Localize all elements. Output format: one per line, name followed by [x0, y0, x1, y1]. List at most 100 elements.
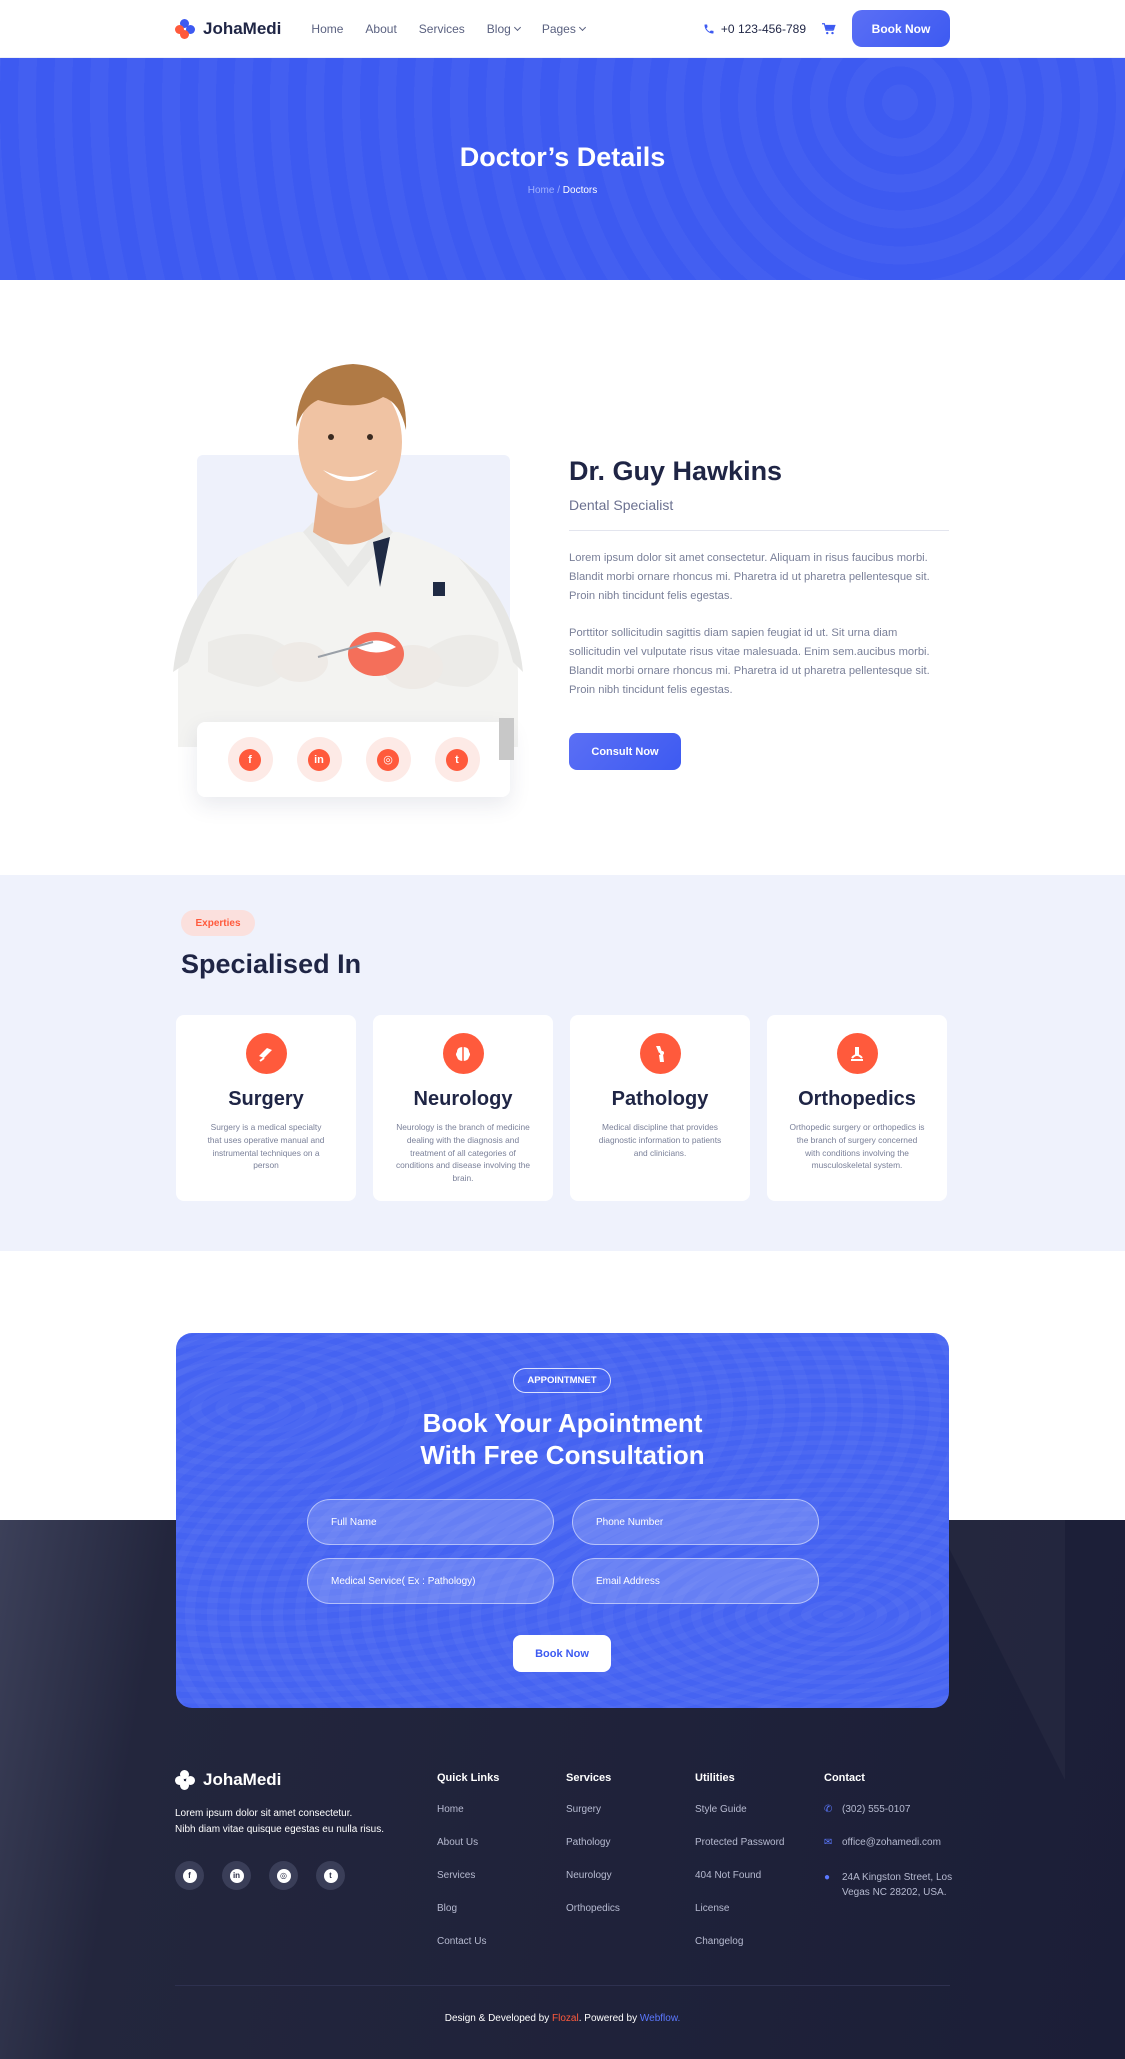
divider — [569, 530, 949, 531]
footer-link[interactable]: Home — [437, 1804, 499, 1837]
brand-logo[interactable]: JohaMedi — [175, 18, 282, 39]
microscope-icon — [836, 1033, 878, 1074]
footer-social: f in ◎ t — [175, 1861, 405, 1890]
card-title: Pathology — [611, 1088, 709, 1110]
instagram-icon: ◎ — [377, 748, 399, 771]
logo-icon — [175, 18, 195, 39]
linkedin-link[interactable]: in — [296, 737, 342, 782]
speciality-cards: Surgery Surgery is a medical specialty t… — [176, 1015, 947, 1201]
nav-blog-label: Blog — [486, 21, 511, 36]
footer-link[interactable]: License — [695, 1903, 785, 1936]
footer-twitter-link[interactable]: t — [316, 1861, 345, 1890]
contact-phone-text: (302) 555-0107 — [842, 1804, 911, 1815]
instagram-icon: ◎ — [276, 1868, 291, 1883]
nav-home[interactable]: Home — [311, 22, 343, 36]
cart-icon[interactable] — [822, 22, 836, 35]
twitter-icon: t — [446, 748, 468, 771]
twitter-link[interactable]: t — [434, 737, 480, 782]
instagram-link[interactable]: ◎ — [365, 737, 411, 782]
contact-phone[interactable]: ✆ (302) 555-0107 — [824, 1804, 952, 1837]
surgery-icon — [245, 1033, 287, 1074]
contact-address-text: 24A Kingston Street, Los Vegas NC 28202, … — [842, 1870, 952, 1900]
footer-link[interactable]: Style Guide — [695, 1804, 785, 1837]
top-nav: JohaMedi Home About Services Blog Pages … — [0, 0, 1125, 58]
footer-link[interactable]: Pathology — [566, 1837, 620, 1870]
footer-logo[interactable]: JohaMedi — [175, 1770, 375, 1790]
card-title: Neurology — [413, 1088, 513, 1110]
nav-services[interactable]: Services — [419, 22, 465, 36]
nav-blog[interactable]: Blog — [486, 21, 521, 36]
speciality-card-surgery[interactable]: Surgery Surgery is a medical specialty t… — [176, 1015, 356, 1201]
doctor-name: Dr. Guy Hawkins — [569, 456, 783, 486]
card-text: Medical discipline that provides diagnos… — [598, 1122, 722, 1158]
footer-link[interactable]: Services — [437, 1870, 499, 1903]
appointment-title-line2: With Free Consultation — [420, 1440, 705, 1470]
footer-link[interactable]: Neurology — [566, 1870, 620, 1903]
footer-link[interactable]: Contact Us — [437, 1936, 499, 1969]
facebook-link[interactable]: f — [227, 737, 273, 782]
full-name-input[interactable]: Full Name — [307, 1499, 554, 1545]
consult-now-button[interactable]: Consult Now — [569, 733, 681, 770]
contact-email[interactable]: ✉ office@zohamedi.com — [824, 1837, 952, 1870]
footer-link[interactable]: Surgery — [566, 1804, 620, 1837]
card-text: Neurology is the branch of medicine deal… — [395, 1122, 531, 1184]
phone-number-input[interactable]: Phone Number — [572, 1499, 819, 1545]
phone-icon — [704, 24, 714, 33]
footer-link[interactable]: 404 Not Found — [695, 1870, 785, 1903]
doctor-info: Dr. Guy Hawkins Dental Specialist Lorem … — [569, 456, 949, 770]
footer-link[interactable]: About Us — [437, 1837, 499, 1870]
nav-pages[interactable]: Pages — [541, 21, 586, 36]
breadcrumb-current: Doctors — [562, 185, 598, 196]
footer-linkedin-link[interactable]: in — [222, 1861, 251, 1890]
platform-link[interactable]: Webflow. — [640, 2013, 680, 2024]
card-title: Surgery — [228, 1088, 304, 1110]
email-address-input[interactable]: Email Address — [572, 1558, 819, 1604]
scroll-handle[interactable] — [499, 718, 514, 760]
contact-address-line2: Vegas NC 28202, USA. — [842, 1887, 947, 1898]
footer-about-line2: Nibh diam vitae quisque egestas eu nulla… — [175, 1824, 385, 1835]
developer-link[interactable]: Flozal — [552, 2013, 579, 2024]
doctor-bio-2: Porttitor sollicitudin sagittis diam sap… — [569, 627, 930, 696]
linkedin-icon: in — [308, 748, 330, 771]
appointment-form: APPOINTMNET Book Your Apointment With Fre… — [176, 1333, 949, 1708]
appointment-book-button[interactable]: Book Now — [513, 1635, 611, 1672]
book-now-button[interactable]: Book Now — [852, 10, 950, 47]
speciality-card-orthopedics[interactable]: Orthopedics Orthopedic surgery or orthop… — [767, 1015, 947, 1201]
nav-phone[interactable]: +0 123-456-789 — [703, 22, 806, 36]
logo-icon — [175, 1770, 195, 1790]
speciality-card-neurology[interactable]: Neurology Neurology is the branch of med… — [373, 1015, 553, 1201]
doctor-social-links: f in ◎ t — [197, 722, 510, 797]
footer-facebook-link[interactable]: f — [175, 1861, 204, 1890]
footer-quick-links: Quick Links Home About Us Services Blog … — [437, 1772, 499, 1969]
contact-email-text: office@zohamedi.com — [842, 1837, 941, 1848]
footer-link[interactable]: Blog — [437, 1903, 499, 1936]
chevron-down-icon — [513, 23, 521, 31]
footer-brand: JohaMedi Lorem ipsum dolor sit amet cons… — [175, 1770, 405, 1890]
speciality-card-pathology[interactable]: Pathology Medical discipline that provid… — [570, 1015, 750, 1201]
doctor-photo — [173, 364, 523, 747]
nav-about[interactable]: About — [365, 22, 396, 36]
contact-address-line1: 24A Kingston Street, Los — [842, 1872, 953, 1883]
footer-link[interactable]: Protected Password — [695, 1837, 785, 1870]
breadcrumb-home[interactable]: Home — [528, 185, 555, 196]
facebook-icon: f — [182, 1868, 197, 1883]
footer-link[interactable]: Changelog — [695, 1936, 785, 1969]
brain-icon — [442, 1033, 484, 1074]
copy-mid: . Powered by — [578, 2013, 640, 2024]
medical-service-input[interactable]: Medical Service( Ex : Pathology) — [307, 1558, 554, 1604]
doctor-bio-1: Lorem ipsum dolor sit amet consectetur. … — [569, 552, 930, 602]
nav-pages-label: Pages — [541, 21, 576, 36]
footer-col-title: Quick Links — [437, 1772, 500, 1784]
footer-instagram-link[interactable]: ◎ — [269, 1861, 298, 1890]
nav-phone-number: +0 123-456-789 — [720, 21, 806, 36]
copy-prefix: Design & Developed by — [444, 2013, 553, 2024]
knee-joint-icon — [639, 1033, 681, 1074]
footer-brand-name: JohaMedi — [203, 1770, 282, 1789]
breadcrumb-separator: / — [554, 185, 563, 196]
footer-col-title: Services — [566, 1772, 612, 1784]
nav-actions: +0 123-456-789 Book Now — [703, 10, 950, 47]
footer-utilities: Utilities Style Guide Protected Password… — [695, 1772, 785, 1969]
brand-name: JohaMedi — [203, 18, 282, 38]
appointment-title-line1: Book Your Apointment — [422, 1408, 703, 1438]
footer-link[interactable]: Orthopedics — [566, 1903, 620, 1936]
